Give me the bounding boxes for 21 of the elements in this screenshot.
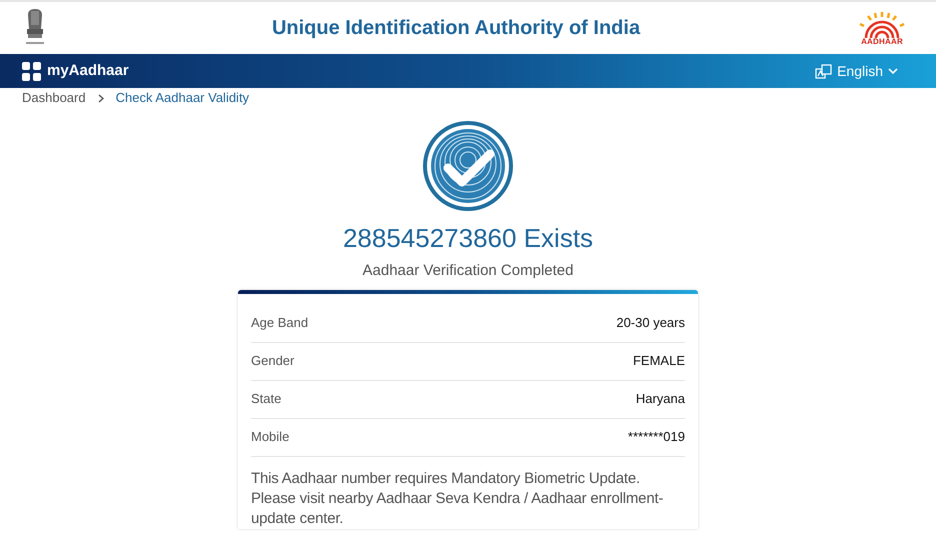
translate-icon <box>815 64 832 78</box>
detail-label: Mobile <box>251 428 290 446</box>
grid-icon <box>22 62 41 80</box>
chevron-icon <box>98 94 104 102</box>
brand-link[interactable]: myAadhaar <box>47 60 129 82</box>
detail-value: Haryana <box>636 390 685 408</box>
detail-label: Age Band <box>251 314 308 332</box>
chevron-down-icon <box>888 68 898 74</box>
breadcrumb-link[interactable]: Dashboard <box>22 88 86 108</box>
verified-fingerprint-icon <box>422 120 514 212</box>
notice-text: This Aadhaar number requires Mandatory Biometric Update. Please visit nearby Aadhaar Seva Kendra / Aadhaar enrollment-update center. <box>250 468 664 528</box>
breadcrumb-link[interactable]: Check Aadhaar Validity <box>116 88 250 108</box>
result-subtitle: Aadhaar Verification Completed <box>362 261 574 281</box>
site-title: Unique Identification Authority of India <box>272 16 640 41</box>
result-heading: 288545273860 Exists <box>342 222 594 254</box>
detail-label: Gender <box>251 352 294 370</box>
detail-value: 20-30 years <box>616 314 685 332</box>
detail-value: *******019 <box>628 428 685 446</box>
detail-value: FEMALE <box>632 352 685 370</box>
detail-label: State <box>251 390 282 408</box>
logo-text: AADHAAR <box>861 38 903 46</box>
